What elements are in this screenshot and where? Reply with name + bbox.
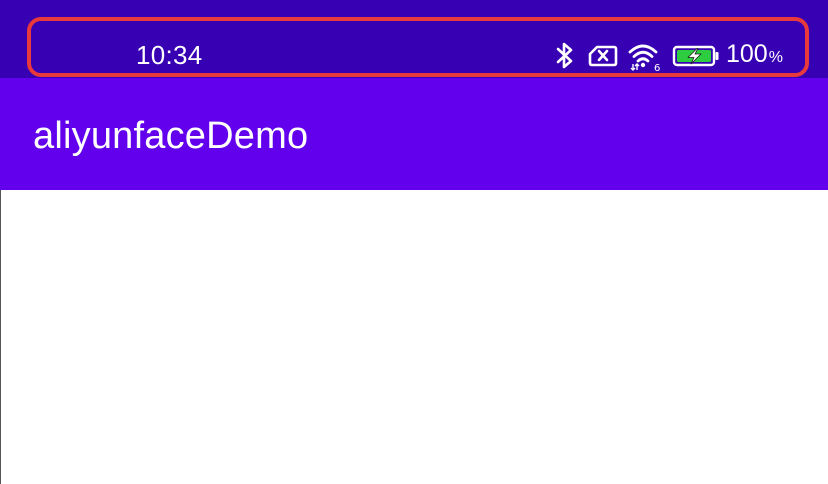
app-title: aliyunfaceDemo bbox=[33, 115, 309, 157]
main-content bbox=[0, 190, 828, 484]
status-bar-highlight bbox=[27, 17, 809, 77]
status-bar: 10:34 6 100 % bbox=[0, 0, 828, 78]
app-screen: 10:34 6 100 % aliyunfaceDemo bbox=[0, 0, 828, 484]
app-bar: aliyunfaceDemo bbox=[0, 78, 828, 190]
